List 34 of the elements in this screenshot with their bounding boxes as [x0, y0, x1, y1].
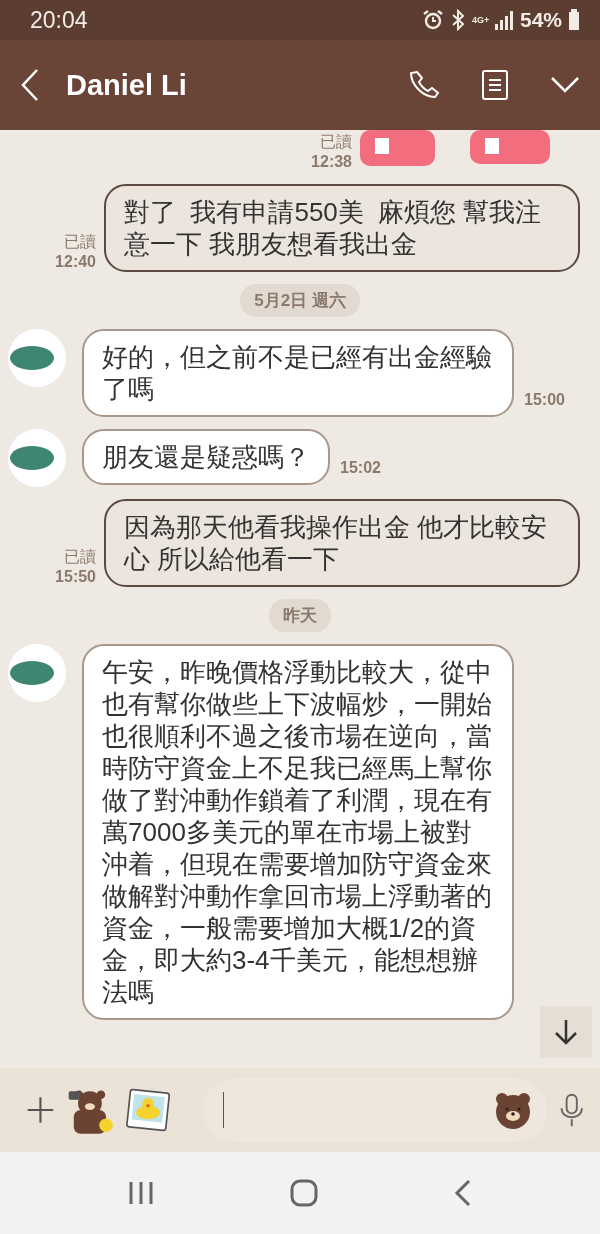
network-label: 4G+: [471, 15, 488, 25]
avatar-placeholder[interactable]: [8, 329, 66, 387]
home-icon[interactable]: [290, 1179, 318, 1207]
message-time: 12:38: [311, 152, 352, 172]
contact-name: Daniel Li: [66, 68, 187, 102]
back-icon[interactable]: [454, 1179, 472, 1207]
battery-icon: [568, 9, 580, 31]
message-time: 12:40: [55, 252, 96, 272]
clock-time: 20:04: [30, 6, 88, 34]
date-divider: 昨天: [269, 599, 331, 632]
message-time: 15:02: [340, 459, 381, 478]
arrow-down-icon[interactable]: [553, 1018, 579, 1046]
chevron-down-icon[interactable]: [550, 76, 580, 94]
message-bubble: 因為那天他看我操作出金 他才比較安心 所以給他看一下: [104, 499, 580, 587]
read-receipt: 已讀: [64, 232, 96, 252]
avatar-placeholder[interactable]: [8, 644, 66, 702]
message-time: 15:50: [55, 567, 96, 587]
read-receipt: 已讀: [320, 132, 352, 152]
signal-icon: [493, 10, 514, 30]
message-bubble: 好的，但之前不是已經有出金經驗了嗎: [82, 329, 514, 417]
notes-icon[interactable]: [482, 70, 508, 100]
read-receipt: 已讀: [64, 547, 96, 567]
message-bubble: 午安，昨晚價格浮動比較大，從中也有幫你做些上下波幅炒，一開始也很順利不過之後市場在逆向，當時防守資金上不足我已經馬上幫你做了對沖動作鎖着了利潤，現在有萬7000多美元的單在市場上被對沖着，但現在需要增加防守資金來做解對沖動作拿回市場上浮動著的資金，一般需要增加大概1/2的資金，即大約3-4千美元，能想想辦法嗎: [82, 644, 514, 1020]
alarm-icon: [421, 9, 444, 31]
phone-icon[interactable]: [410, 70, 440, 100]
back-button[interactable]: [20, 68, 40, 102]
battery-percent: 54%: [519, 8, 562, 32]
avatar-placeholder[interactable]: [8, 429, 66, 487]
date-divider: 5月2日 週六: [240, 284, 360, 317]
scroll-down-button[interactable]: [540, 1006, 592, 1058]
message-bubble: 朋友還是疑惑嗎？: [82, 429, 330, 485]
recent-apps-icon[interactable]: [128, 1180, 154, 1206]
message-time: 15:00: [524, 391, 565, 410]
message-bubble: 對了 我有申請550美 麻煩您 幫我注意一下 我朋友想看我出金: [104, 184, 580, 272]
